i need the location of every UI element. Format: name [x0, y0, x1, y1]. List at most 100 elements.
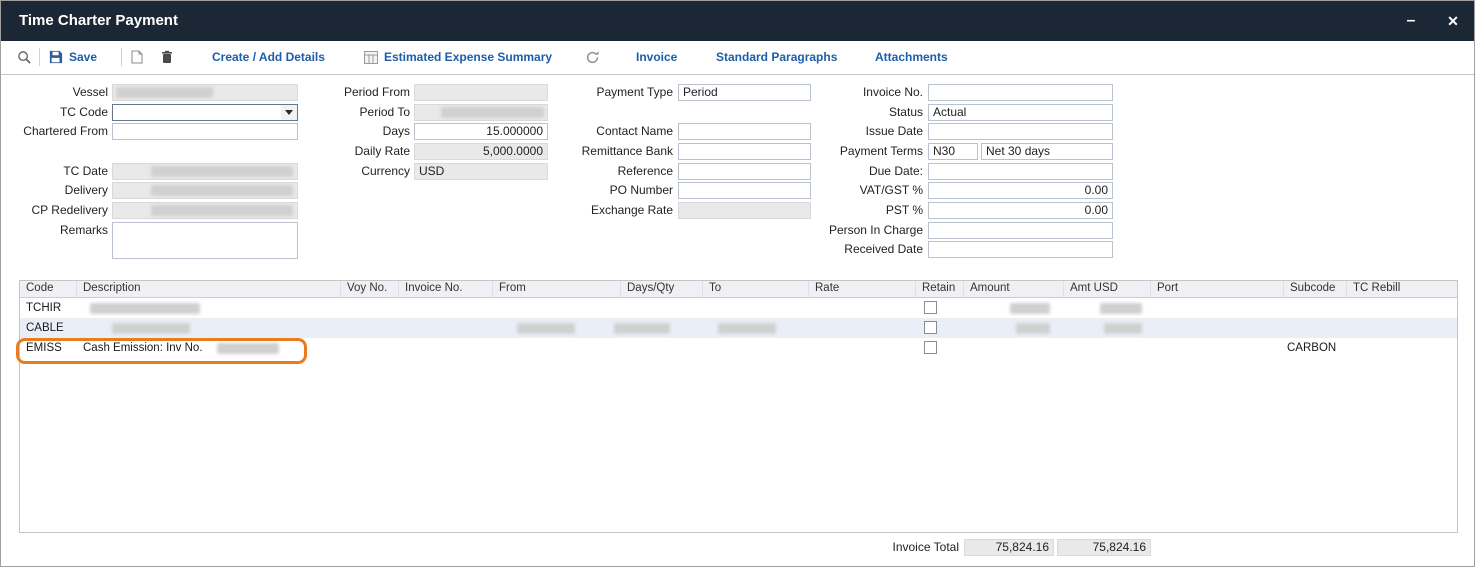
- toolbar-separator: [121, 48, 122, 66]
- save-label: Save: [69, 50, 97, 64]
- toolbar-separator: [39, 48, 40, 66]
- po-number-field[interactable]: [678, 182, 811, 199]
- payment-type-field[interactable]: Period: [678, 84, 811, 101]
- invoice-no-field[interactable]: [928, 84, 1113, 101]
- pst-field[interactable]: 0.00: [928, 202, 1113, 219]
- grid-col-tc-rebill: TC Rebill: [1347, 281, 1457, 297]
- grid-col-amount: Amount: [964, 281, 1064, 297]
- standard-paragraphs-button[interactable]: Standard Paragraphs: [716, 41, 837, 73]
- time-charter-payment-window: Time Charter Payment – ✕ Save Create / A…: [0, 0, 1475, 567]
- grid-col-subcode: Subcode: [1284, 281, 1347, 297]
- vessel-field: [112, 84, 298, 101]
- invoice-button[interactable]: Invoice: [636, 41, 677, 73]
- grid-col-invoice-no: Invoice No.: [399, 281, 493, 297]
- payment-terms-description-field[interactable]: Net 30 days: [981, 143, 1113, 160]
- redacted-value: [217, 343, 279, 354]
- due-date-label: Due Date:: [816, 163, 923, 180]
- redacted-value: [1016, 323, 1050, 334]
- cp-redelivery-label: CP Redelivery: [6, 202, 108, 219]
- period-from-field: [414, 84, 548, 101]
- retain-checkbox[interactable]: [924, 321, 937, 334]
- received-date-field[interactable]: [928, 241, 1113, 258]
- cell-code: CABLE: [26, 318, 64, 338]
- vat-gst-field[interactable]: 0.00: [928, 182, 1113, 199]
- redacted-value: [441, 107, 544, 118]
- cell-code: EMISS: [26, 338, 62, 358]
- document-icon: [131, 50, 143, 64]
- status-field[interactable]: Actual: [928, 104, 1113, 121]
- attachments-button[interactable]: Attachments: [875, 41, 948, 73]
- invoice-total-label: Invoice Total: [841, 539, 959, 556]
- contact-name-field[interactable]: [678, 123, 811, 140]
- redacted-value: [614, 323, 670, 334]
- exchange-rate-field: [678, 202, 811, 219]
- chartered-from-field[interactable]: [112, 123, 298, 140]
- grid-col-amt-usd: Amt USD: [1064, 281, 1151, 297]
- contact-name-label: Contact Name: [566, 123, 673, 140]
- issue-date-label: Issue Date: [816, 123, 923, 140]
- create-add-details-button[interactable]: Create / Add Details: [212, 41, 325, 73]
- retain-checkbox[interactable]: [924, 301, 937, 314]
- titlebar: Time Charter Payment – ✕: [1, 1, 1474, 41]
- search-icon: [17, 50, 32, 65]
- due-date-field[interactable]: [928, 163, 1113, 180]
- toolbar: Save Create / Add Details Estimated Expe…: [1, 41, 1474, 75]
- invoice-label: Invoice: [636, 50, 677, 64]
- issue-date-field[interactable]: [928, 123, 1113, 140]
- delete-button[interactable]: [161, 41, 173, 73]
- cell-description: Cash Emission: Inv No.: [83, 338, 203, 358]
- redacted-value: [151, 185, 293, 196]
- grid-header: Code Description Voy No. Invoice No. Fro…: [20, 281, 1457, 298]
- redacted-value: [1010, 303, 1050, 314]
- estimated-expense-summary-button[interactable]: Estimated Expense Summary: [364, 41, 552, 73]
- table-row[interactable]: TCHIR: [20, 298, 1457, 318]
- redacted-value: [116, 87, 213, 98]
- search-button[interactable]: [17, 41, 32, 73]
- invoice-total-field: 75,824.16: [964, 539, 1054, 556]
- person-in-charge-field[interactable]: [928, 222, 1113, 239]
- remarks-label: Remarks: [6, 222, 108, 239]
- grid-col-voy-no: Voy No.: [341, 281, 399, 297]
- period-from-label: Period From: [321, 84, 410, 101]
- payment-terms-code-field[interactable]: N30: [928, 143, 978, 160]
- trash-icon: [161, 50, 173, 64]
- grid-col-from: From: [493, 281, 621, 297]
- payment-type-label: Payment Type: [566, 84, 673, 101]
- close-button[interactable]: ✕: [1442, 1, 1464, 41]
- grid-col-code: Code: [20, 281, 77, 297]
- redacted-value: [151, 166, 293, 177]
- remarks-field[interactable]: [112, 222, 298, 259]
- retain-checkbox[interactable]: [924, 341, 937, 354]
- table-row[interactable]: CABLE: [20, 318, 1457, 338]
- remittance-bank-label: Remittance Bank: [566, 143, 673, 160]
- refresh-icon: [585, 50, 600, 65]
- redacted-value: [112, 323, 190, 334]
- create-add-details-label: Create / Add Details: [212, 50, 325, 64]
- vessel-label: Vessel: [6, 84, 108, 101]
- days-field[interactable]: 15.000000: [414, 123, 548, 140]
- dropdown-arrow-icon[interactable]: [281, 105, 297, 120]
- grid-col-days-qty: Days/Qty: [621, 281, 703, 297]
- line-items-grid: Code Description Voy No. Invoice No. Fro…: [19, 280, 1458, 533]
- remittance-bank-field[interactable]: [678, 143, 811, 160]
- exchange-rate-label: Exchange Rate: [566, 202, 673, 219]
- copy-button[interactable]: [131, 41, 143, 73]
- period-to-label: Period To: [321, 104, 410, 121]
- daily-rate-field: 5,000.0000: [414, 143, 548, 160]
- minimize-button[interactable]: –: [1400, 1, 1422, 41]
- redacted-value: [1104, 323, 1142, 334]
- invoice-no-label: Invoice No.: [816, 84, 923, 101]
- table-row[interactable]: EMISS Cash Emission: Inv No. CARBON: [20, 338, 1457, 358]
- cell-code: TCHIR: [26, 298, 61, 318]
- invoice-total-usd-field: 75,824.16: [1057, 539, 1151, 556]
- expense-summary-icon: [364, 51, 378, 64]
- cell-subcode: CARBON: [1287, 338, 1336, 358]
- tc-code-field[interactable]: [112, 104, 298, 121]
- reference-field[interactable]: [678, 163, 811, 180]
- redacted-value: [90, 303, 200, 314]
- days-label: Days: [321, 123, 410, 140]
- save-button[interactable]: Save: [49, 41, 97, 73]
- refresh-button[interactable]: [585, 41, 600, 73]
- vat-gst-label: VAT/GST %: [816, 182, 923, 199]
- grid-col-port: Port: [1151, 281, 1284, 297]
